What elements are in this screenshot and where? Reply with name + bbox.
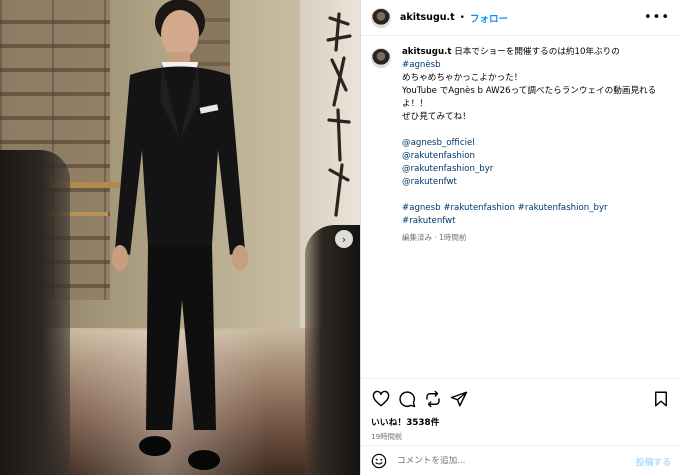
- hashtag-link[interactable]: #rakutenfashion_byr: [518, 203, 608, 213]
- share-icon[interactable]: [449, 389, 469, 409]
- post-footer: いいね！3538件 19時間前 投稿する: [361, 378, 680, 469]
- header-separator: •: [459, 12, 465, 23]
- follow-button[interactable]: フォロー: [470, 11, 508, 25]
- runway-model: [112, 0, 248, 470]
- carousel-next-button[interactable]: ›: [335, 230, 353, 248]
- heart-icon[interactable]: [371, 389, 391, 409]
- comment-bar: 投稿する: [361, 445, 680, 475]
- caption-username[interactable]: akitsugu.t: [402, 47, 451, 57]
- photo-audience-right: [305, 225, 360, 475]
- post-header: akitsugu.t • フォロー •••: [361, 0, 680, 36]
- hashtag-row: #agnesb #rakutenfashion #rakutenfashion_…: [402, 202, 657, 228]
- caption-body: akitsugu.t 日本でショーを開催するのは約10年ぶりの #agnèsb め…: [402, 46, 657, 244]
- caption-line-5: ぜひ見てみてね！: [402, 112, 471, 122]
- mention-link[interactable]: @rakutenfashion: [402, 150, 657, 163]
- caption-hashtag-agnesb[interactable]: #agnèsb: [402, 60, 441, 70]
- header-username[interactable]: akitsugu.t: [400, 12, 455, 23]
- more-options-icon[interactable]: •••: [644, 10, 670, 25]
- post-comment-button[interactable]: 投稿する: [636, 455, 671, 468]
- photo-audience-left: [0, 150, 70, 475]
- mention-link[interactable]: @rakutenfwt: [402, 176, 657, 189]
- avatar[interactable]: [371, 7, 391, 28]
- calligraphy-artwork: [326, 12, 352, 217]
- hashtag-link[interactable]: #rakutenfwt: [402, 216, 456, 226]
- post-photo[interactable]: ›: [0, 0, 360, 475]
- repost-icon[interactable]: [423, 389, 443, 409]
- mention-link[interactable]: @agnesb_officiel: [402, 137, 657, 150]
- caption-line-1: 日本でショーを開催するのは約10年ぶりの: [454, 47, 620, 57]
- post-caption: akitsugu.t 日本でショーを開催するのは約10年ぶりの #agnèsb め…: [361, 36, 680, 244]
- like-count[interactable]: いいね！3538件: [361, 411, 680, 428]
- hashtag-link[interactable]: #agnesb: [402, 203, 441, 213]
- comment-icon[interactable]: [397, 389, 417, 409]
- post-sidebar: akitsugu.t • フォロー ••• akitsugu.t 日本でショーを…: [360, 0, 680, 475]
- action-bar: [361, 379, 680, 411]
- mention-link[interactable]: @rakutenfashion_byr: [402, 163, 657, 176]
- hashtag-link[interactable]: #rakutenfashion: [443, 203, 515, 213]
- bookmark-icon[interactable]: [651, 389, 671, 409]
- caption-line-3: YouTube でAgnès b AW26って調べたらランウェイの動画見れる: [402, 86, 657, 96]
- caption-avatar[interactable]: [371, 48, 391, 68]
- post-timestamp[interactable]: 19時間前: [361, 428, 680, 442]
- caption-line-4: よ！！: [402, 99, 428, 109]
- emoji-icon[interactable]: [371, 453, 387, 469]
- caption-line-2: めちゃめちゃかっこよかった！: [402, 73, 523, 83]
- comment-input[interactable]: [397, 456, 636, 466]
- caption-meta: 編集済み · 1時間前: [402, 233, 467, 242]
